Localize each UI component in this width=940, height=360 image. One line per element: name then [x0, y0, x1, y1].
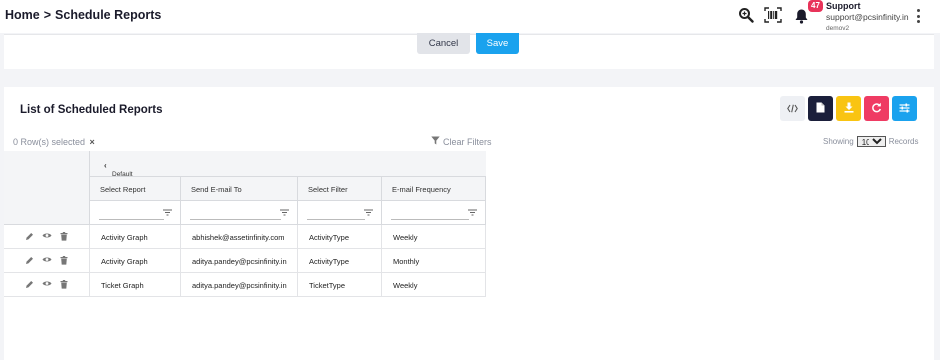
code-icon	[787, 100, 798, 118]
column-filter-email-frequency[interactable]	[381, 201, 486, 225]
breadcrumb-separator: >	[43, 8, 52, 22]
barcode-scan-icon[interactable]	[764, 6, 782, 24]
collapse-chevron-icon[interactable]: ‹	[104, 161, 107, 170]
report-name-cell: Activity Graph	[89, 225, 180, 249]
filter-icon[interactable]	[163, 209, 172, 218]
clear-selection-icon[interactable]: ×	[90, 137, 95, 147]
refresh-icon	[871, 100, 882, 118]
column-filter-send-email-to[interactable]	[180, 201, 297, 225]
delete-trash-icon[interactable]	[60, 256, 68, 267]
grid-section-header: Default Section ‹	[89, 151, 486, 185]
top-header: Home > Schedule Reports 47 Support suppo…	[0, 0, 940, 33]
column-header-send-email-to[interactable]: Send E-mail To	[180, 176, 297, 201]
kebab-menu-icon[interactable]	[916, 9, 920, 23]
page-size-select[interactable]: 100	[856, 136, 886, 147]
section-label[interactable]: Default Section ‹	[101, 161, 134, 185]
save-button[interactable]: Save	[476, 33, 519, 54]
row-actions	[25, 256, 68, 267]
column-header-label: E-mail Frequency	[392, 185, 451, 194]
filter-icon[interactable]	[468, 209, 477, 218]
view-eye-icon[interactable]	[42, 280, 52, 291]
notification-count-badge: 47	[808, 0, 823, 12]
column-header-label: Select Filter	[308, 185, 348, 194]
column-filter-select-filter[interactable]	[297, 201, 381, 225]
records-label: Records	[888, 137, 919, 146]
filter-icon[interactable]	[364, 209, 373, 218]
breadcrumb: Home > Schedule Reports	[5, 8, 161, 22]
email-cell: aditya.pandey@pcsinfinity.in	[180, 273, 297, 297]
filter-cell: ActivityType	[297, 225, 381, 249]
email-cell: abhishek@assetinfinity.com	[180, 225, 297, 249]
table-row[interactable]: Activity Graph abhishek@assetinfinity.com…	[4, 225, 486, 249]
delete-trash-icon[interactable]	[60, 280, 68, 291]
report-name-cell: Ticket Graph	[89, 273, 180, 297]
column-header-label: Send E-mail To	[191, 185, 242, 194]
row-actions	[25, 232, 68, 243]
breadcrumb-current-page: Schedule Reports	[55, 8, 162, 22]
code-view-button[interactable]	[780, 96, 805, 121]
filter-icon[interactable]	[280, 209, 289, 218]
download-icon	[844, 100, 854, 118]
table-row[interactable]: Ticket Graph aditya.pandey@pcsinfinity.in…	[4, 273, 486, 297]
column-settings-button[interactable]	[892, 96, 917, 121]
scheduled-reports-panel: List of Scheduled Reports 0 Row(s) selec…	[4, 87, 934, 360]
showing-label: Showing	[823, 137, 854, 146]
form-actions-panel: Cancel Save	[4, 33, 934, 69]
frequency-cell: Monthly	[381, 249, 486, 273]
funnel-icon	[431, 136, 440, 147]
sliders-icon	[899, 100, 910, 118]
breadcrumb-home[interactable]: Home	[5, 8, 40, 22]
search-zoom-icon[interactable]	[737, 6, 755, 24]
column-header-select-filter[interactable]: Select Filter	[297, 176, 381, 201]
clear-filters-button[interactable]: Clear Filters	[431, 136, 492, 147]
user-email: support@pcsinfinity.in	[826, 12, 909, 22]
column-header-email-frequency[interactable]: E-mail Frequency	[381, 176, 486, 201]
rows-selected-indicator: 0 Row(s) selected ×	[13, 137, 95, 147]
view-eye-icon[interactable]	[42, 256, 52, 267]
table-row[interactable]: Activity Graph aditya.pandey@pcsinfinity.…	[4, 249, 486, 273]
page-size-control: Showing 100 Records	[823, 136, 918, 147]
edit-pencil-icon[interactable]	[25, 280, 34, 291]
filter-cell: TicketType	[297, 273, 381, 297]
column-header-label: Select Report	[100, 185, 146, 194]
user-profile[interactable]: Support support@pcsinfinity.in demov2	[826, 1, 909, 34]
grid-row-actions-header	[4, 151, 89, 225]
list-title: List of Scheduled Reports	[20, 104, 163, 116]
email-cell: aditya.pandey@pcsinfinity.in	[180, 249, 297, 273]
cancel-button[interactable]: Cancel	[417, 33, 470, 54]
download-button[interactable]	[836, 96, 861, 121]
refresh-button[interactable]	[864, 96, 889, 121]
view-eye-icon[interactable]	[42, 232, 52, 243]
delete-trash-icon[interactable]	[60, 232, 68, 243]
report-name-cell: Activity Graph	[89, 249, 180, 273]
column-filter-select-report[interactable]	[89, 201, 180, 225]
clear-filters-label: Clear Filters	[443, 136, 492, 147]
row-actions	[25, 280, 68, 291]
rows-selected-text: 0 Row(s) selected	[13, 137, 86, 147]
user-org: demov2	[826, 25, 850, 32]
bell-icon[interactable]	[792, 7, 810, 25]
filter-cell: ActivityType	[297, 249, 381, 273]
column-header-select-report[interactable]: Select Report	[89, 176, 180, 201]
frequency-cell: Weekly	[381, 225, 486, 249]
user-name: Support	[826, 1, 861, 11]
export-document-button[interactable]	[808, 96, 833, 121]
edit-pencil-icon[interactable]	[25, 232, 34, 243]
edit-pencil-icon[interactable]	[25, 256, 34, 267]
frequency-cell: Weekly	[381, 273, 486, 297]
document-icon	[816, 100, 825, 118]
